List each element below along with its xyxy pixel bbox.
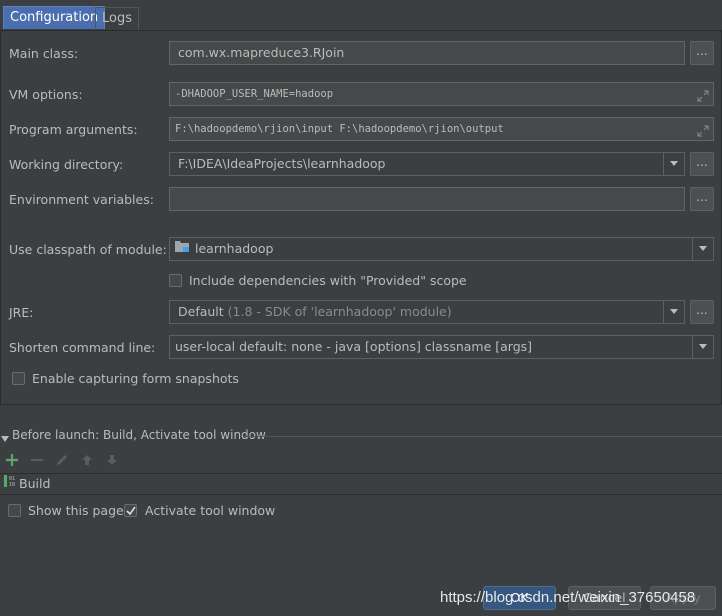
svg-text:10: 10 — [9, 482, 15, 488]
tab-logs[interactable]: Logs — [95, 7, 139, 30]
vm-options-label: VM options: — [9, 87, 83, 102]
main-class-field[interactable]: com.wx.mapreduce3.RJoin — [169, 41, 685, 65]
include-provided-label: Include dependencies with "Provided" sco… — [189, 273, 467, 288]
shorten-command-line-label: Shorten command line: — [9, 340, 156, 355]
activate-tool-window-checkbox[interactable] — [124, 504, 137, 517]
chevron-down-icon[interactable] — [692, 336, 713, 358]
divider — [243, 436, 722, 437]
module-folder-icon — [174, 238, 190, 260]
chevron-down-icon[interactable] — [663, 153, 684, 175]
build-icon: 01 10 — [3, 474, 19, 493]
shorten-command-line-value: user-local default: none - java [options… — [175, 339, 533, 354]
move-down-icon[interactable] — [105, 453, 119, 467]
chevron-down-icon[interactable] — [663, 301, 684, 323]
tab-bar: Configuration Logs — [0, 0, 722, 31]
show-this-page-label: Show this page — [28, 503, 124, 518]
before-launch-header[interactable]: Before launch: Build, Activate tool wind… — [0, 428, 722, 444]
vm-options-value: -DHADOOP_USER_NAME=hadoop — [175, 88, 334, 100]
classpath-module-combo[interactable]: learnhadoop — [169, 237, 714, 261]
enable-snapshots-label: Enable capturing form snapshots — [32, 371, 239, 386]
program-arguments-label: Program arguments: — [9, 122, 138, 137]
add-icon[interactable] — [5, 453, 19, 467]
expand-icon[interactable] — [697, 88, 709, 105]
jre-label: JRE: — [9, 305, 34, 320]
activate-tool-window-label: Activate tool window — [145, 503, 276, 518]
program-arguments-field[interactable]: F:\hadoopdemo\rjion\input F:\hadoopdemo\… — [169, 117, 714, 141]
include-provided-checkbox[interactable] — [169, 274, 182, 287]
jre-browse-button[interactable]: ... — [690, 300, 714, 324]
vm-options-field[interactable]: -DHADOOP_USER_NAME=hadoop — [169, 82, 714, 106]
main-class-label: Main class: — [9, 46, 79, 61]
show-this-page-checkbox[interactable] — [8, 504, 21, 517]
main-class-browse-button[interactable]: ... — [690, 41, 714, 65]
enable-snapshots-checkbox[interactable] — [12, 372, 25, 385]
shorten-command-line-combo[interactable]: user-local default: none - java [options… — [169, 335, 714, 359]
jre-combo[interactable]: Default (1.8 - SDK of 'learnhadoop' modu… — [169, 300, 685, 324]
collapse-triangle-icon[interactable] — [1, 431, 9, 446]
expand-icon[interactable] — [697, 123, 709, 140]
watermark-text: https://blog.csdn.net/weixin_37650458 — [440, 589, 696, 606]
tab-configuration[interactable]: Configuration — [3, 6, 106, 29]
jre-value: Default — [178, 304, 224, 319]
program-arguments-value: F:\hadoopdemo\rjion\input F:\hadoopdemo\… — [175, 123, 504, 135]
working-directory-combo[interactable]: F:\IDEA\IdeaProjects\learnhadoop — [169, 152, 685, 176]
working-directory-label: Working directory: — [9, 157, 124, 172]
classpath-module-label: Use classpath of module: — [9, 242, 167, 257]
working-directory-value: F:\IDEA\IdeaProjects\learnhadoop — [178, 156, 386, 171]
list-item[interactable]: 01 10 Build — [3, 475, 50, 493]
jre-hint: (1.8 - SDK of 'learnhadoop' module) — [227, 304, 452, 319]
edit-pencil-icon[interactable] — [55, 453, 69, 467]
classpath-module-value: learnhadoop — [195, 241, 274, 256]
move-up-icon[interactable] — [80, 453, 94, 467]
build-task-label: Build — [19, 476, 51, 491]
before-launch-task-list: 01 10 Build — [0, 473, 722, 495]
remove-icon[interactable] — [30, 453, 44, 467]
before-launch-title: Before launch: Build, Activate tool wind… — [12, 428, 266, 442]
environment-variables-label: Environment variables: — [9, 192, 154, 207]
environment-variables-browse-button[interactable]: ... — [690, 187, 714, 211]
chevron-down-icon[interactable] — [692, 238, 713, 260]
working-directory-browse-button[interactable]: ... — [690, 152, 714, 176]
environment-variables-field[interactable] — [169, 187, 685, 211]
